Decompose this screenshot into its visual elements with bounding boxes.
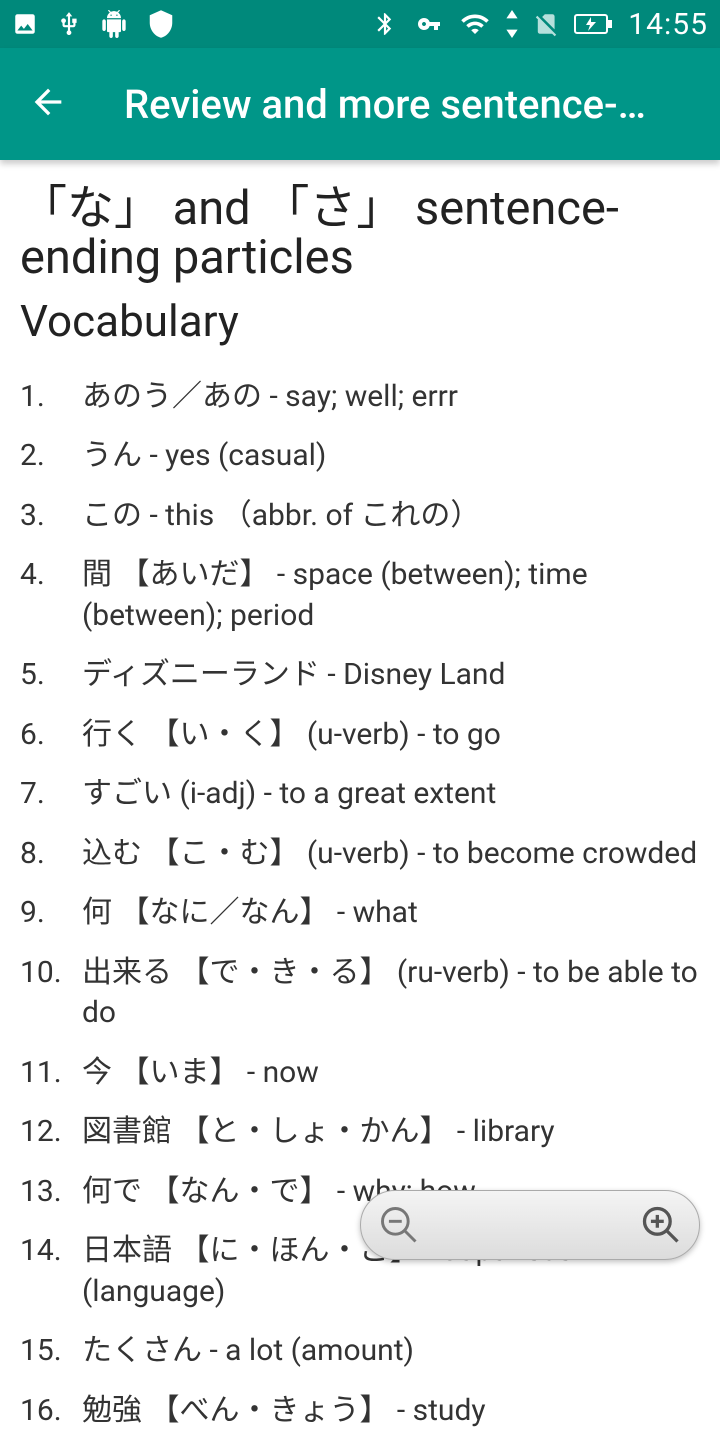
list-item: 込む 【こ・む】 (u-verb) - to become crowded — [20, 834, 700, 875]
status-bar: 14:55 — [0, 0, 720, 48]
list-item: 図書館 【と・しょ・かん】 - library — [20, 1112, 700, 1153]
list-item: 行く 【い・く】 (u-verb) - to go — [20, 715, 700, 756]
app-bar: Review and more sentence-… — [0, 48, 720, 160]
android-icon — [100, 10, 128, 38]
list-item: ディズニーランド - Disney Land — [20, 655, 700, 696]
zoom-control — [360, 1190, 700, 1260]
usb-icon — [56, 11, 82, 37]
list-item: 出来る 【で・き・る】 (ru-verb) - to be able to do — [20, 953, 700, 1034]
status-time: 14:55 — [628, 7, 708, 42]
bluetooth-icon — [372, 9, 398, 39]
battery-charging-icon — [574, 11, 614, 37]
list-item: 何 【なに／なん】 - what — [20, 893, 700, 934]
page-heading: 「な」 and 「さ」 sentence-ending particles — [20, 184, 700, 283]
wifi-icon — [460, 9, 490, 39]
zoom-in-button[interactable] — [639, 1203, 683, 1247]
list-item: 間 【あいだ】 - space (between); time (between… — [20, 555, 700, 636]
shield-icon — [146, 9, 176, 39]
key-icon — [412, 12, 446, 36]
back-button[interactable] — [28, 82, 68, 126]
list-item: この - this （abbr. of これの） — [20, 496, 700, 537]
zoom-out-button[interactable] — [377, 1203, 421, 1247]
list-item: うん - yes (casual) — [20, 436, 700, 477]
no-sim-icon — [534, 9, 560, 39]
vocab-list: あのう／あの - say; well; errr うん - yes (casua… — [20, 377, 700, 1431]
list-item: すごい (i-adj) - to a great extent — [20, 774, 700, 815]
app-bar-title: Review and more sentence-… — [124, 81, 692, 128]
image-icon — [12, 11, 38, 37]
list-item: あのう／あの - say; well; errr — [20, 377, 700, 418]
updown-icon — [504, 10, 520, 38]
list-item: 今 【いま】 - now — [20, 1053, 700, 1094]
section-heading: Vocabulary — [20, 295, 700, 347]
list-item: 勉強 【べん・きょう】 - study — [20, 1391, 700, 1431]
list-item: たくさん - a lot (amount) — [20, 1331, 700, 1372]
